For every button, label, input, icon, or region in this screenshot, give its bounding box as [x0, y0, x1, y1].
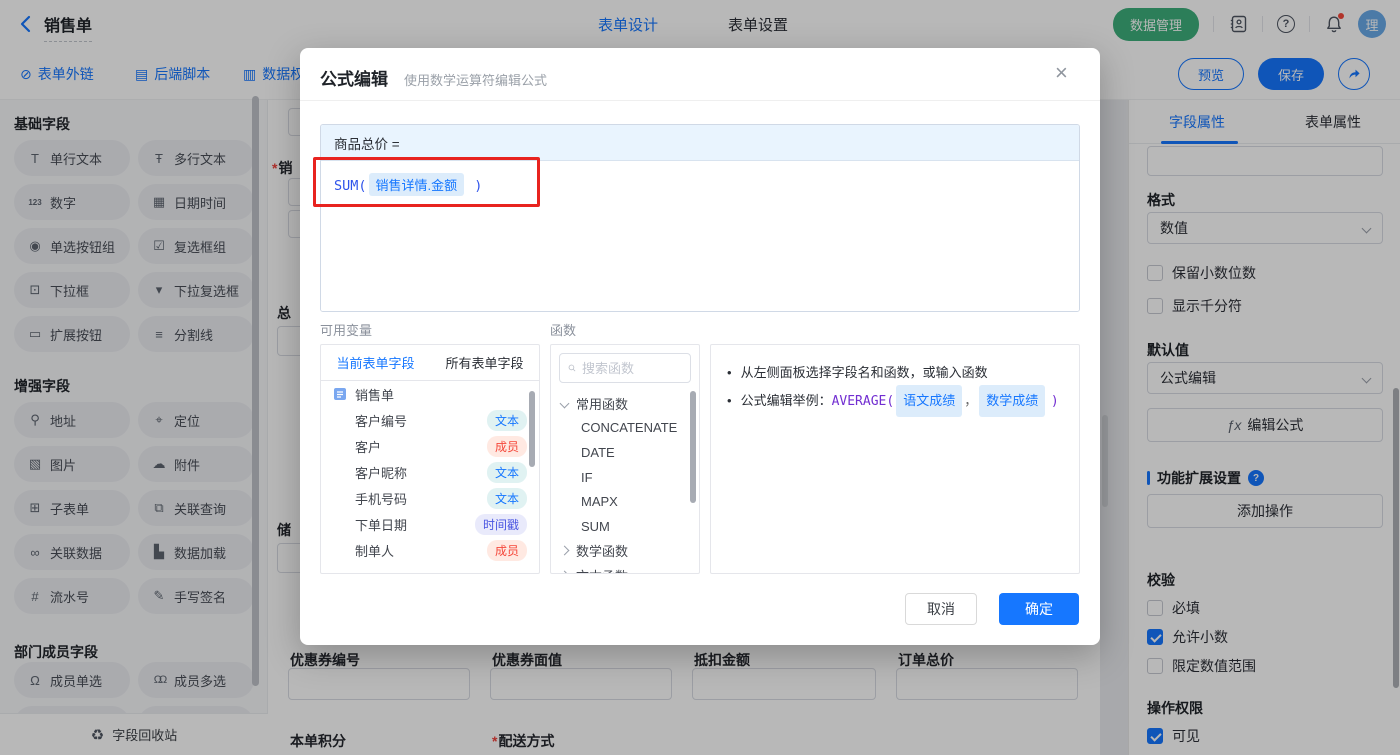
function-group-math[interactable]: 数学函数	[551, 539, 699, 564]
variable-item[interactable]: 客户编号 文本	[321, 407, 539, 433]
help-tip-2: • 公式编辑举例：AVERAGE(语文成绩，数学成绩 )	[727, 385, 1063, 417]
type-badge: 成员	[486, 539, 527, 561]
example-close-paren: )	[1050, 394, 1059, 409]
confirm-button[interactable]: 确定	[999, 593, 1079, 625]
bullet-icon: •	[727, 393, 732, 408]
group-label: 数学函数	[576, 544, 629, 560]
function-search[interactable]	[559, 353, 691, 383]
functions-panel: 常用函数 CONCATENATE DATE IF MAPX SUM 数学函数 文…	[550, 344, 700, 574]
app-root: 销售单 表单设计 表单设置 数据管理 ? 理 ⊘ 表单外链 ▤ 后端脚本 ▥ 数…	[0, 0, 1400, 755]
search-icon	[568, 364, 576, 372]
close-icon[interactable]: ×	[1055, 62, 1068, 84]
example-comma: ，	[964, 393, 978, 408]
variable-name: 手机号码	[355, 491, 408, 507]
root-label: 销售单	[355, 387, 395, 403]
example-token: 数学成绩	[979, 385, 1046, 417]
type-badge: 文本	[486, 409, 527, 431]
caret-right-icon	[559, 545, 570, 556]
function-item-if[interactable]: IF	[551, 465, 699, 490]
type-badge: 文本	[486, 487, 527, 509]
group-label: 常用函数	[576, 396, 629, 412]
variable-name: 客户编号	[355, 413, 408, 429]
help-tip-text: 公式编辑举例：	[740, 393, 832, 408]
type-badge: 时间戳	[474, 513, 527, 535]
variable-item[interactable]: 客户昵称 文本	[321, 459, 539, 485]
tab-all-form-fields[interactable]: 所有表单字段	[430, 345, 539, 380]
formula-editor: 商品总价 = SUM(销售详情.金额 )	[320, 124, 1080, 312]
variables-scrollbar[interactable]	[529, 391, 535, 467]
variable-name: 客户昵称	[355, 465, 408, 481]
modal-subtitle: 使用数学运算符编辑公式	[404, 73, 548, 88]
form-doc-icon	[334, 388, 346, 400]
formula-target: 商品总价 =	[321, 125, 1079, 161]
help-panel: • 从左侧面板选择字段名和函数，或输入函数 • 公式编辑举例：AVERAGE(语文成…	[710, 344, 1080, 574]
help-tip-1: • 从左侧面板选择字段名和函数，或输入函数	[727, 359, 1063, 387]
function-group-common[interactable]: 常用函数	[551, 391, 699, 416]
type-badge: 成员	[486, 435, 527, 457]
function-item-sum[interactable]: SUM	[551, 514, 699, 539]
cancel-button[interactable]: 取消	[905, 593, 977, 625]
function-search-input[interactable]	[582, 360, 682, 376]
bullet-icon: •	[727, 365, 732, 380]
variables-tabs: 当前表单字段 所有表单字段	[321, 345, 539, 381]
annotation-highlight-box	[313, 157, 540, 207]
functions-scrollbar[interactable]	[690, 391, 696, 503]
variables-panel: 当前表单字段 所有表单字段 销售单 客户编号 文本 客户 成员 客户昵称 文本 手机号…	[320, 344, 540, 574]
caret-down-icon	[559, 398, 570, 409]
formula-edit-modal: 公式编辑 使用数学运算符编辑公式 × 商品总价 = SUM(销售详情.金额 ) …	[300, 48, 1100, 645]
function-item-date[interactable]: DATE	[551, 440, 699, 465]
functions-label: 函数	[550, 323, 577, 338]
type-badge: 文本	[486, 461, 527, 483]
variable-item[interactable]: 制单人 成员	[321, 537, 539, 563]
function-item-mapx[interactable]: MAPX	[551, 489, 699, 514]
variable-item[interactable]: 下单日期 时间戳	[321, 511, 539, 537]
modal-title: 公式编辑	[320, 70, 388, 89]
example-token: 语文成绩	[896, 385, 963, 417]
variable-tree-root[interactable]: 销售单	[321, 381, 539, 407]
function-group-text[interactable]: 文本函数	[551, 563, 699, 573]
group-label: 文本函数	[576, 566, 628, 573]
variable-name: 制单人	[355, 543, 395, 559]
variable-item[interactable]: 客户 成员	[321, 433, 539, 459]
variables-label: 可用变量	[320, 323, 373, 338]
tab-current-form-fields[interactable]: 当前表单字段	[321, 345, 430, 380]
example-fn: AVERAGE(	[831, 394, 895, 409]
variable-item[interactable]: 手机号码 文本	[321, 485, 539, 511]
caret-right-icon	[559, 570, 570, 573]
modal-header-divider	[300, 100, 1100, 101]
help-tip-text: 从左侧面板选择字段名和函数，或输入函数	[740, 365, 988, 380]
function-item-concatenate[interactable]: CONCATENATE	[551, 416, 699, 441]
variable-name: 下单日期	[355, 517, 408, 533]
variable-name: 客户	[355, 439, 382, 455]
